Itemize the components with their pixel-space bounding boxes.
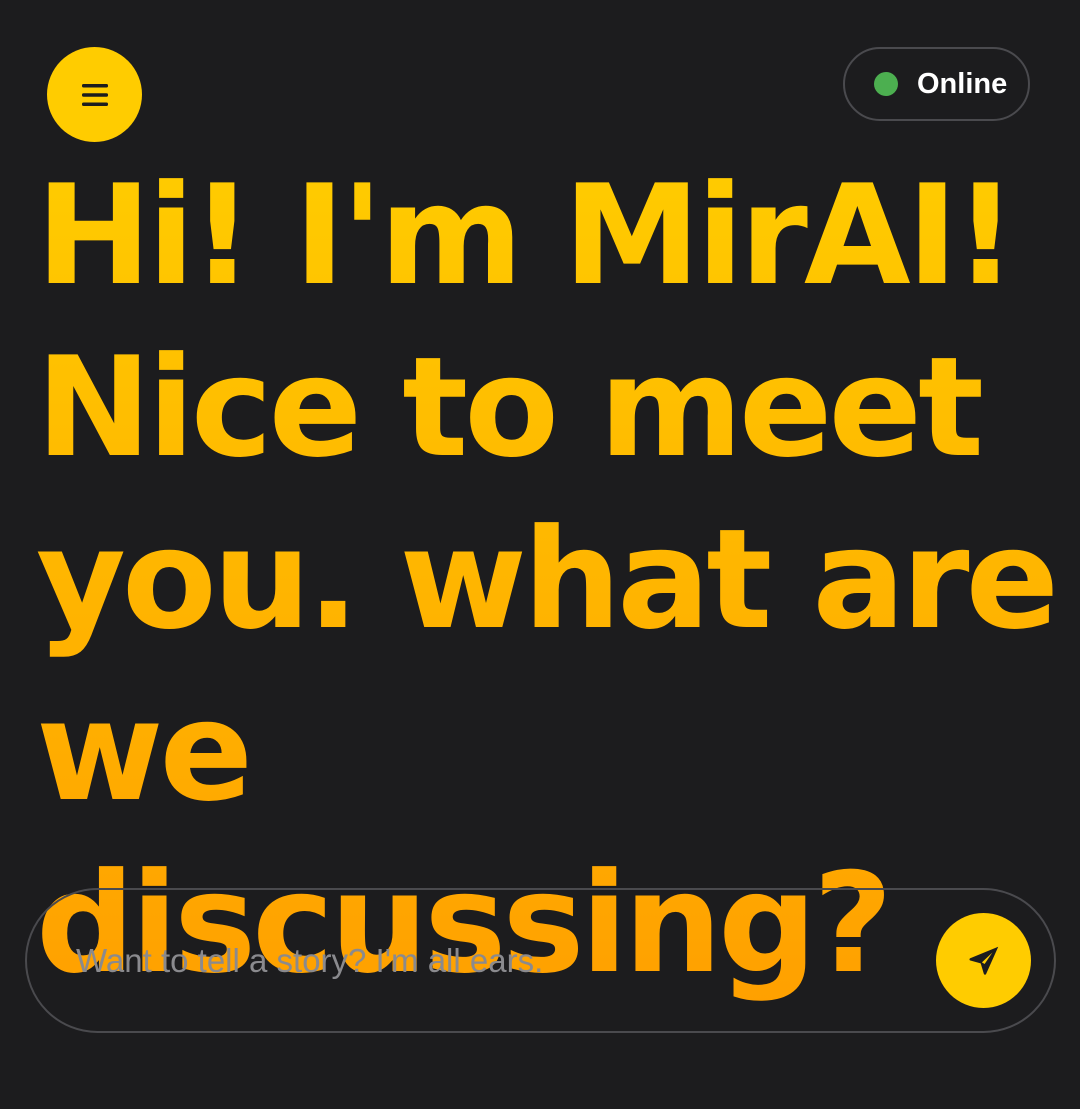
- status-label: Online: [917, 67, 1008, 100]
- greeting-headline: Hi! I'm MirAI! Nice to meet you. what ar…: [36, 150, 1076, 1010]
- chat-home-screen: Online Hi! I'm MirAI! Nice to meet you. …: [0, 0, 1080, 1109]
- message-composer: [25, 888, 1056, 1033]
- send-button[interactable]: [936, 913, 1031, 1008]
- menu-button[interactable]: [47, 47, 142, 142]
- online-status-dot: [874, 72, 898, 96]
- status-badge: Online: [843, 47, 1030, 121]
- message-input[interactable]: [74, 940, 936, 981]
- send-paper-plane-icon: [968, 946, 998, 975]
- hamburger-menu-icon: [81, 83, 108, 106]
